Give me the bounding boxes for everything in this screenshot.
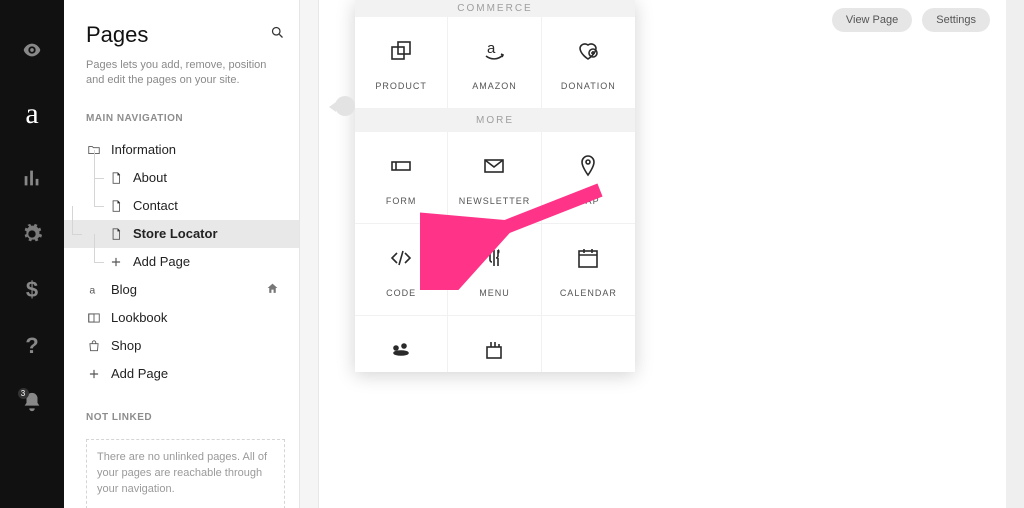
calendar-icon — [576, 242, 600, 274]
section-not-linked: NOT LINKED — [86, 412, 285, 423]
content-type-menu[interactable]: MENU — [448, 224, 541, 316]
rail-logo[interactable]: a — [0, 78, 64, 150]
content-type-label: MENU — [479, 288, 510, 298]
newsletter-icon — [482, 150, 506, 182]
rail-settings[interactable] — [0, 206, 64, 262]
speech-bubble-tip — [335, 96, 355, 116]
nav-item-contact[interactable]: Contact — [86, 192, 285, 220]
page-icon — [108, 227, 124, 241]
left-rail: a $ ? 3 — [0, 0, 64, 508]
section-header-commerce: COMMERCE — [355, 0, 635, 17]
product-icon — [389, 35, 413, 67]
nav-item-label: Store Locator — [133, 226, 218, 241]
panel-title: Pages — [86, 22, 148, 48]
content-type-newsletter[interactable]: NEWSLETTER — [448, 132, 541, 224]
nav-item-label: Blog — [111, 282, 137, 297]
rail-analytics[interactable] — [0, 150, 64, 206]
content-type-map[interactable]: MAP — [542, 132, 635, 224]
dollar-icon: $ — [26, 277, 38, 303]
content-type-donation[interactable]: DONATION — [542, 17, 635, 109]
chart-icon — [21, 167, 43, 189]
content-type-bandsintown[interactable]: BANDSINTOWN — [448, 316, 541, 372]
content-type-amazon[interactable]: a AMAZON — [448, 17, 541, 109]
page-icon — [108, 171, 124, 185]
plus-icon — [108, 255, 124, 269]
panel-description: Pages lets you add, remove, position and… — [86, 58, 276, 89]
donation-icon — [576, 35, 600, 67]
rail-notifications[interactable]: 3 — [0, 374, 64, 430]
gear-icon — [21, 223, 43, 245]
blog-icon: a — [86, 283, 102, 297]
pages-panel: Pages Pages lets you add, remove, positi… — [64, 0, 300, 508]
nav-item-lookbook[interactable]: Lookbook — [86, 304, 285, 332]
code-icon — [389, 242, 413, 274]
not-linked-message: There are no unlinked pages. All of your… — [86, 439, 285, 508]
nav-item-label: Shop — [111, 338, 141, 353]
nav-item-add-page[interactable]: Add Page — [86, 248, 285, 276]
preview-top-buttons: View Page Settings — [832, 8, 990, 32]
menu-icon — [482, 242, 506, 274]
map-icon — [576, 150, 600, 182]
nav-item-shop[interactable]: Shop — [86, 332, 285, 360]
nav-tree: Information About Contact Store Locator Add … — [86, 136, 285, 388]
content-type-label: PRODUCT — [375, 81, 427, 91]
home-icon — [266, 282, 279, 298]
nav-item-label: Lookbook — [111, 310, 167, 325]
nav-item-label: Add Page — [133, 254, 190, 269]
amazon-icon: a — [482, 35, 506, 67]
rail-commerce[interactable]: $ — [0, 262, 64, 318]
nav-item-label: Information — [111, 142, 176, 157]
content-type-product[interactable]: PRODUCT — [355, 17, 448, 109]
nav-item-information[interactable]: Information — [86, 136, 285, 164]
nav-item-blog[interactable]: a Blog — [86, 276, 285, 304]
svg-text:a: a — [487, 40, 496, 57]
content-type-calendar[interactable]: CALENDAR — [542, 224, 635, 316]
content-type-label: DONATION — [561, 81, 616, 91]
content-type-label: FORM — [386, 196, 417, 206]
content-type-label: CALENDAR — [560, 288, 617, 298]
notification-badge: 3 — [18, 388, 29, 399]
help-icon: ? — [25, 333, 38, 359]
content-type-label: NEWSLETTER — [459, 196, 531, 206]
svg-text:a: a — [89, 284, 95, 296]
content-type-label: CODE — [386, 288, 416, 298]
content-type-code[interactable]: CODE — [355, 224, 448, 316]
view-page-button[interactable]: View Page — [832, 8, 912, 32]
opentable-icon — [389, 334, 413, 366]
nav-item-store-locator[interactable]: Store Locator — [64, 220, 299, 248]
rail-help[interactable]: ? — [0, 318, 64, 374]
content-type-form[interactable]: FORM — [355, 132, 448, 224]
content-type-opentable[interactable]: OPENTABLE — [355, 316, 448, 372]
nav-item-add-page[interactable]: Add Page — [86, 360, 285, 388]
form-icon — [389, 150, 413, 182]
eye-icon — [21, 39, 43, 61]
search-icon — [270, 25, 285, 40]
nav-item-about[interactable]: About — [86, 164, 285, 192]
gallery-icon — [86, 311, 102, 325]
rail-eye[interactable] — [0, 22, 64, 78]
add-content-panel: COMMERCE PRODUCT a AMAZON DONATION MORE FORM NE… — [355, 0, 635, 372]
nav-item-label: Contact — [133, 198, 178, 213]
nav-item-label: About — [133, 170, 167, 185]
content-type-label: MAP — [577, 196, 600, 206]
search-button[interactable] — [270, 25, 285, 45]
bandsintown-icon — [482, 334, 506, 366]
plus-icon — [86, 367, 102, 381]
page-icon — [108, 199, 124, 213]
settings-button[interactable]: Settings — [922, 8, 990, 32]
logo-a-icon: a — [25, 97, 38, 131]
content-type-label: AMAZON — [472, 81, 517, 91]
shop-icon — [86, 339, 102, 353]
section-main-nav: MAIN NAVIGATION — [86, 113, 285, 124]
nav-item-label: Add Page — [111, 366, 168, 381]
section-header-more: MORE — [355, 109, 635, 132]
